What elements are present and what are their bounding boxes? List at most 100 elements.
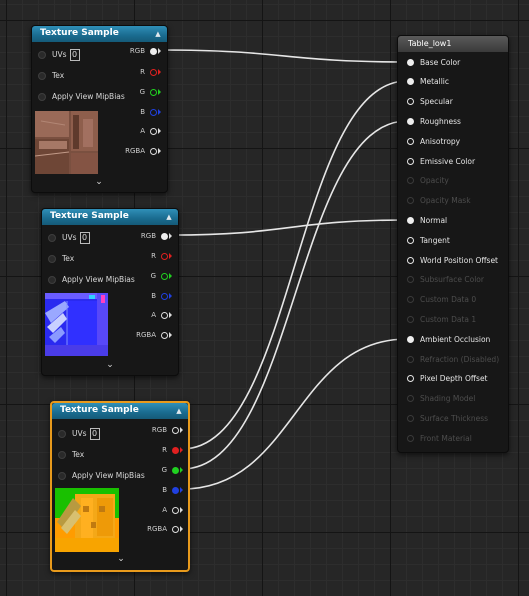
material-input-shading-model[interactable]: Shading Model: [407, 393, 475, 405]
pin-icon[interactable]: [407, 296, 414, 304]
pin-icon[interactable]: [407, 78, 414, 86]
output-a[interactable]: A: [140, 125, 161, 137]
material-input-refraction-disabled[interactable]: Refraction (Disabled): [407, 353, 499, 365]
pin-icon[interactable]: [407, 276, 414, 284]
pin-icon[interactable]: [161, 311, 168, 319]
pin-icon[interactable]: [150, 68, 157, 76]
output-rgb[interactable]: RGB: [152, 424, 183, 436]
texture-thumbnail[interactable]: [55, 488, 119, 552]
wire-rgb-to-base-color[interactable]: [160, 49, 408, 63]
pin-icon[interactable]: [407, 434, 414, 442]
pin-icon[interactable]: [48, 255, 56, 263]
wire-b-to-ambient-occlusion[interactable]: [181, 338, 408, 490]
material-input-pixel-depth-offset[interactable]: Pixel Depth Offset: [407, 373, 488, 385]
chevron-up-icon[interactable]: ▲: [174, 406, 184, 416]
pin-icon[interactable]: [161, 292, 168, 300]
material-input-subsurface-color[interactable]: Subsurface Color: [407, 274, 484, 286]
output-r[interactable]: R: [140, 66, 161, 78]
wire-g-to-roughness[interactable]: [181, 120, 408, 470]
output-rgba[interactable]: RGBA: [136, 329, 172, 341]
pin-icon[interactable]: [172, 446, 179, 454]
pin-icon[interactable]: [172, 506, 179, 514]
output-a[interactable]: A: [151, 309, 172, 321]
tex-input[interactable]: Tex: [48, 252, 74, 266]
material-input-metallic[interactable]: Metallic: [407, 76, 449, 88]
texture-sample-node-1[interactable]: Texture Sample ▲ UVs 0 Tex Apply View Mi…: [31, 25, 168, 193]
material-input-specular[interactable]: Specular: [407, 96, 453, 108]
pin-icon[interactable]: [58, 430, 66, 438]
pin-icon[interactable]: [38, 51, 46, 59]
uvs-value-field[interactable]: 0: [69, 49, 80, 61]
mip-bias-input[interactable]: Apply View MipBias: [38, 90, 125, 104]
pin-icon[interactable]: [407, 137, 414, 145]
pin-icon[interactable]: [150, 88, 157, 96]
texture-thumbnail[interactable]: [45, 293, 108, 356]
node-header[interactable]: Texture Sample ▲: [52, 403, 188, 419]
material-input-base-color[interactable]: Base Color: [407, 56, 460, 68]
pin-icon[interactable]: [407, 375, 414, 383]
pin-icon[interactable]: [38, 72, 46, 80]
output-r[interactable]: R: [151, 250, 172, 262]
output-rgb[interactable]: RGB: [141, 230, 172, 242]
uvs-value-field[interactable]: 0: [89, 428, 100, 440]
mip-bias-input[interactable]: Apply View MipBias: [58, 469, 145, 483]
pin-icon[interactable]: [58, 451, 66, 459]
pin-icon[interactable]: [161, 232, 168, 240]
tex-input[interactable]: Tex: [38, 69, 64, 83]
pin-icon[interactable]: [150, 108, 157, 116]
uvs-input[interactable]: UVs 0: [58, 427, 100, 441]
wire-rgb-to-normal[interactable]: [171, 219, 408, 236]
pin-icon[interactable]: [161, 252, 168, 260]
material-input-surface-thickness[interactable]: Surface Thickness: [407, 412, 488, 424]
pin-icon[interactable]: [172, 486, 179, 494]
chevron-down-icon[interactable]: ⌄: [91, 177, 107, 187]
pin-icon[interactable]: [150, 47, 157, 55]
material-input-opacity-mask[interactable]: Opacity Mask: [407, 195, 471, 207]
texture-sample-node-2[interactable]: Texture Sample ▲ UVs 0 Tex Apply View Mi…: [41, 208, 179, 376]
pin-icon[interactable]: [407, 395, 414, 403]
chevron-down-icon[interactable]: ⌄: [113, 554, 129, 564]
pin-icon[interactable]: [407, 256, 414, 264]
pin-icon[interactable]: [58, 472, 66, 480]
output-b[interactable]: B: [162, 484, 183, 496]
pin-icon[interactable]: [161, 272, 168, 280]
output-b[interactable]: B: [151, 290, 172, 302]
material-input-tangent[interactable]: Tangent: [407, 234, 450, 246]
material-input-opacity[interactable]: Opacity: [407, 175, 449, 187]
output-g[interactable]: G: [140, 86, 161, 98]
chevron-up-icon[interactable]: ▲: [153, 29, 163, 39]
material-input-world-position-offset[interactable]: World Position Offset: [407, 254, 498, 266]
mip-bias-input[interactable]: Apply View MipBias: [48, 273, 135, 287]
chevron-down-icon[interactable]: ⌄: [102, 360, 118, 370]
pin-icon[interactable]: [407, 236, 414, 244]
output-a[interactable]: A: [162, 504, 183, 516]
uvs-value-field[interactable]: 0: [79, 232, 90, 244]
pin-icon[interactable]: [407, 177, 414, 185]
output-r[interactable]: R: [162, 444, 183, 456]
pin-icon[interactable]: [407, 117, 414, 125]
material-input-roughness[interactable]: Roughness: [407, 115, 461, 127]
wire-r-to-metallic[interactable]: [181, 80, 408, 450]
material-input-anisotropy[interactable]: Anisotropy: [407, 135, 460, 147]
pin-icon[interactable]: [150, 147, 157, 155]
pin-icon[interactable]: [161, 331, 168, 339]
material-input-custom-data-1[interactable]: Custom Data 1: [407, 313, 476, 325]
pin-icon[interactable]: [407, 157, 414, 165]
pin-icon[interactable]: [407, 58, 414, 66]
pin-icon[interactable]: [48, 234, 56, 242]
pin-icon[interactable]: [38, 93, 46, 101]
pin-icon[interactable]: [407, 315, 414, 323]
material-input-ambient-occlusion[interactable]: Ambient Occlusion: [407, 333, 490, 345]
material-result-node[interactable]: Table_low1 Base Color Metallic Specular Rou…: [397, 35, 509, 453]
pin-icon[interactable]: [407, 216, 414, 224]
pin-icon[interactable]: [407, 335, 414, 343]
material-node-header[interactable]: Table_low1: [398, 36, 508, 52]
output-g[interactable]: G: [162, 464, 183, 476]
pin-icon[interactable]: [150, 127, 157, 135]
node-header[interactable]: Texture Sample ▲: [42, 209, 178, 225]
pin-icon[interactable]: [407, 98, 414, 106]
material-input-normal[interactable]: Normal: [407, 214, 447, 226]
pin-icon[interactable]: [172, 426, 179, 434]
pin-icon[interactable]: [407, 197, 414, 205]
uvs-input[interactable]: UVs 0: [48, 231, 90, 245]
